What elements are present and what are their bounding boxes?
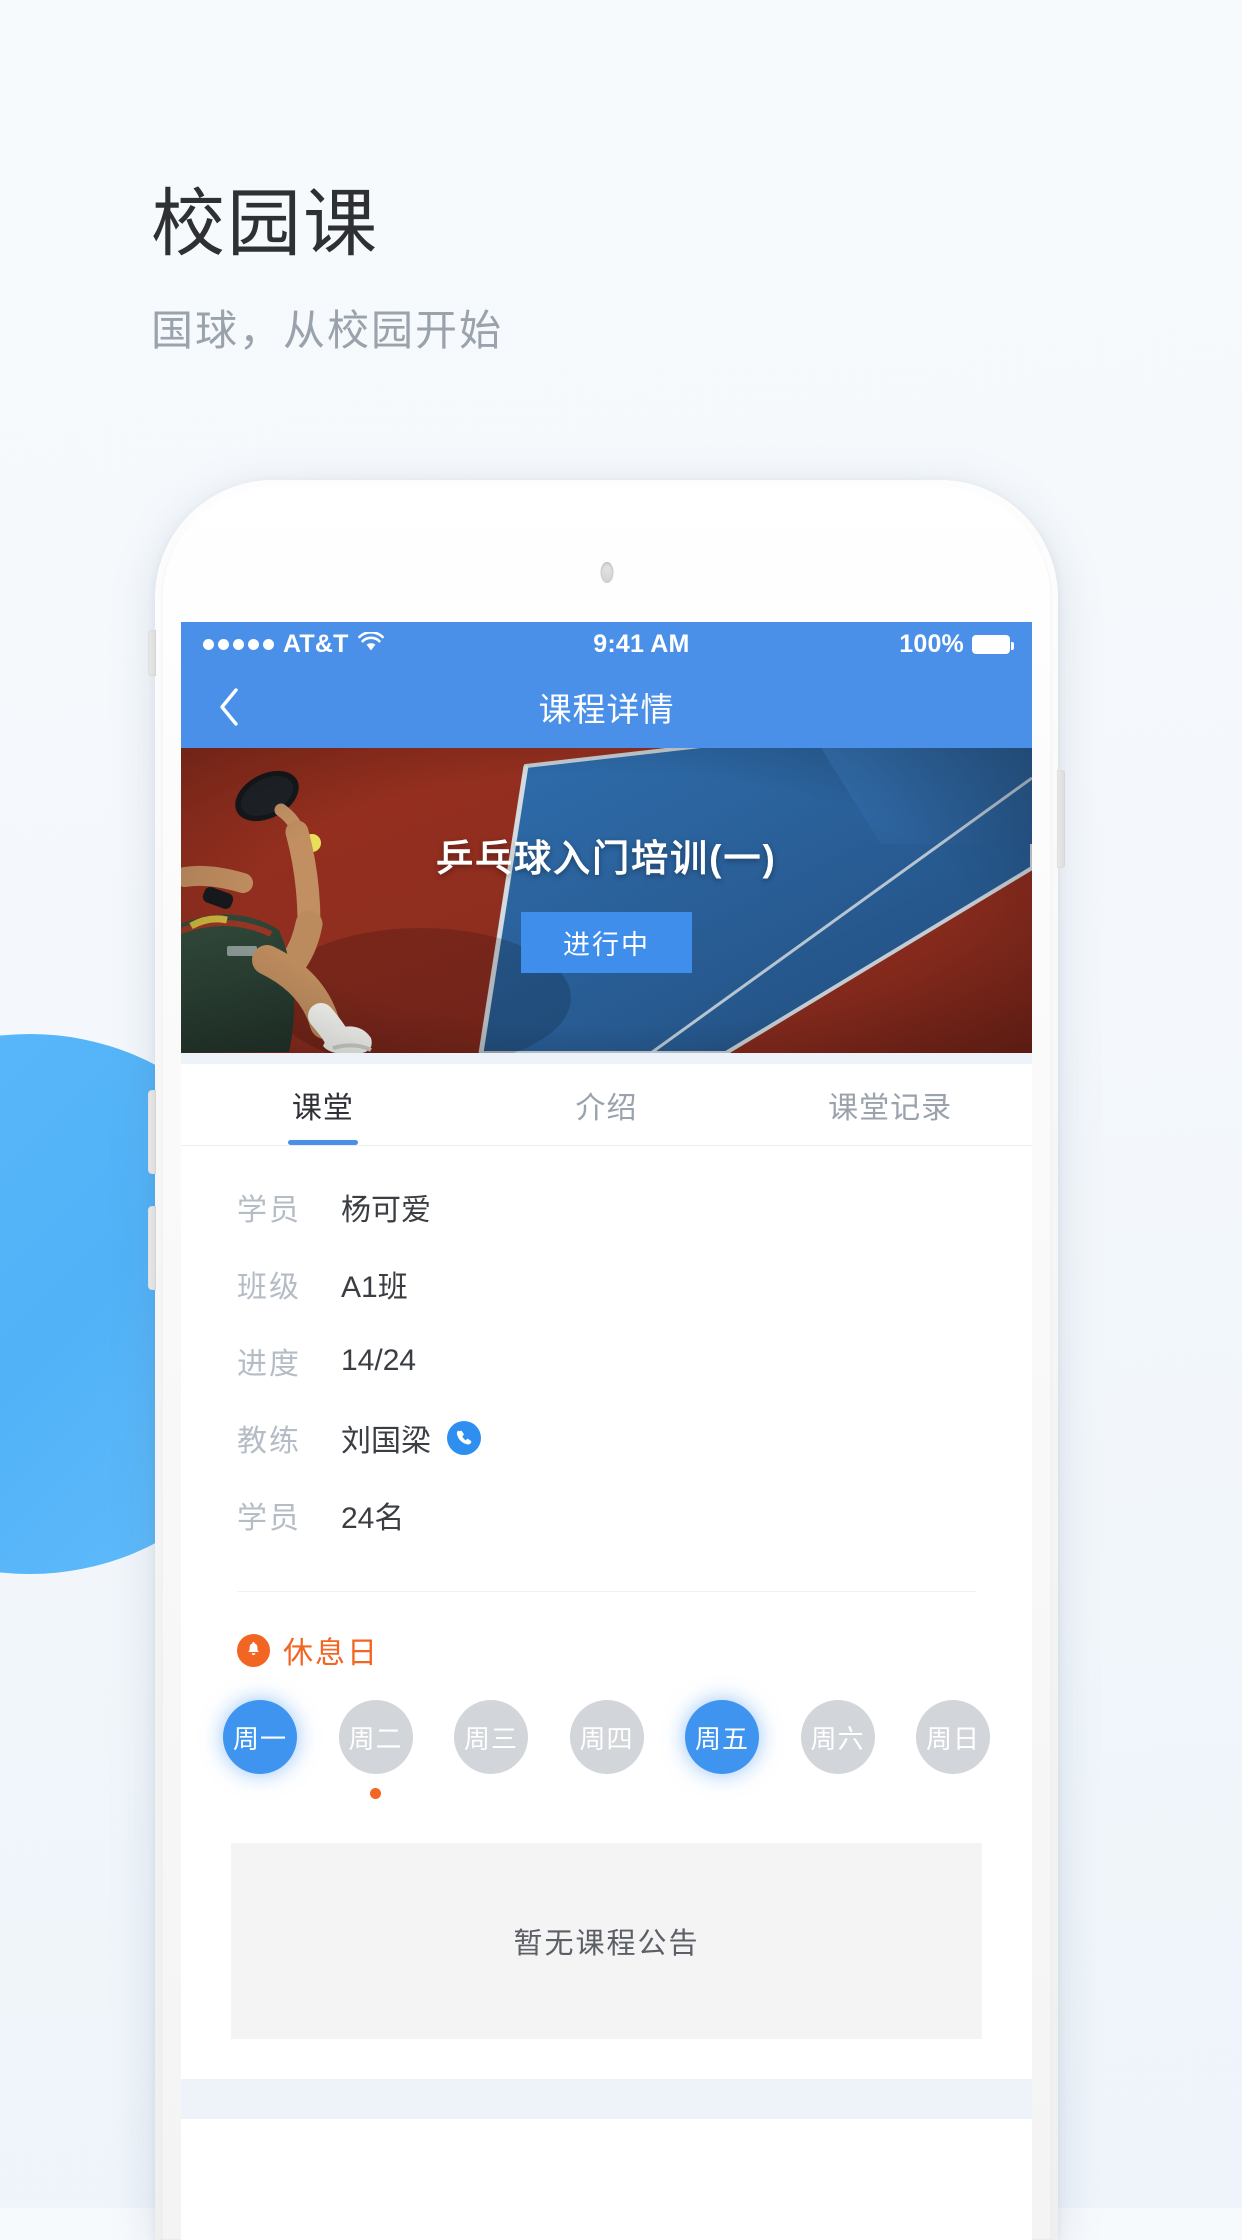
- weekday-item-thu[interactable]: 周四: [569, 1700, 644, 1799]
- phone-call-icon[interactable]: [447, 1420, 481, 1455]
- wifi-icon: [357, 630, 384, 656]
- mute-switch[interactable]: [148, 630, 156, 676]
- nav-title: 课程详情: [538, 691, 675, 728]
- battery-percent-label: 100%: [899, 629, 964, 658]
- info-value-text: 14/24: [341, 1343, 417, 1377]
- weekday-item-sat[interactable]: 周六: [800, 1700, 875, 1799]
- weekday-selector: 周一 周二 周三 周四 周五 周六 周日: [181, 1672, 1032, 1799]
- weekday-chip[interactable]: 周日: [916, 1700, 990, 1774]
- info-value-text: 24名: [341, 1501, 405, 1535]
- info-row-coach: 教练 刘国梁: [237, 1399, 976, 1476]
- hero-banner[interactable]: 乒乓球入门培训(一) 进行中: [181, 748, 1032, 1053]
- info-value-text: A1班: [341, 1270, 408, 1304]
- phone-mockup: AT&T 9:41 AM 100% 课程详情 乒乓球入门培训(一) 进行中 课堂…: [148, 480, 1065, 2240]
- announcement-section: 暂无课程公告: [181, 1799, 1032, 2039]
- status-bar-time: 9:41 AM: [593, 629, 690, 658]
- hero-separator: [181, 1053, 1032, 1064]
- weekday-chip[interactable]: 周四: [569, 1700, 644, 1774]
- carrier-label: AT&T: [283, 629, 349, 658]
- volume-up-button[interactable]: [148, 1090, 156, 1174]
- info-value: 刘国梁: [341, 1416, 481, 1460]
- battery-full-icon: [972, 634, 1014, 654]
- phone-screen: AT&T 9:41 AM 100% 课程详情 乒乓球入门培训(一) 进行中 课堂…: [181, 622, 1032, 2240]
- info-row-progress: 进度 14/24: [237, 1322, 976, 1399]
- bell-icon: [237, 1633, 270, 1667]
- tab-introduction[interactable]: 介绍: [465, 1064, 749, 1145]
- weekday-chip[interactable]: 周六: [800, 1700, 875, 1774]
- info-row-class: 班级 A1班: [237, 1245, 976, 1322]
- weekday-chip[interactable]: 周二: [338, 1700, 413, 1774]
- back-button[interactable]: [207, 685, 251, 729]
- status-bar-left: AT&T: [203, 630, 384, 659]
- chevron-left-icon: [217, 687, 241, 727]
- status-bar: AT&T 9:41 AM 100%: [181, 622, 1032, 666]
- front-camera-icon: [600, 562, 613, 583]
- info-value: 14/24: [341, 1344, 416, 1378]
- weekday-chip[interactable]: 周五: [685, 1700, 759, 1774]
- course-status-badge[interactable]: 进行中: [521, 912, 692, 973]
- tab-bar: 课堂 介绍 课堂记录: [181, 1064, 1032, 1146]
- info-value: 24名: [341, 1493, 404, 1537]
- info-label: 教练: [237, 1424, 301, 1458]
- rest-day-label: 休息日: [283, 1637, 379, 1670]
- weekday-item-sun[interactable]: 周日: [916, 1700, 990, 1799]
- weekday-dot: [370, 1788, 381, 1799]
- weekday-item-fri[interactable]: 周五: [685, 1700, 759, 1799]
- info-label: 班级: [237, 1270, 301, 1304]
- weekday-chip[interactable]: 周三: [454, 1700, 528, 1774]
- info-label: 进度: [237, 1347, 301, 1381]
- info-value-text: 杨可爱: [341, 1193, 431, 1227]
- power-button[interactable]: [1057, 770, 1065, 868]
- hero-overlay: 乒乓球入门培训(一) 进行中: [181, 748, 1032, 1053]
- tab-class-records[interactable]: 课堂记录: [748, 1064, 1032, 1145]
- promo-header: 校园课 国球，从校园开始: [151, 180, 503, 358]
- info-value: A1班: [341, 1262, 408, 1306]
- rest-day-header: 休息日: [181, 1592, 1032, 1672]
- info-value-text: 刘国梁: [341, 1424, 431, 1458]
- nav-bar: 课程详情: [181, 666, 1032, 748]
- info-label: 学员: [237, 1501, 301, 1535]
- bottom-section-strip: [181, 2079, 1032, 2119]
- info-row-student-count: 学员 24名: [237, 1476, 976, 1553]
- info-row-student-name: 学员 杨可爱: [237, 1168, 976, 1245]
- tab-classroom[interactable]: 课堂: [181, 1064, 465, 1145]
- page-subtitle: 国球，从校园开始: [151, 307, 504, 355]
- announcement-empty-state: 暂无课程公告: [231, 1843, 982, 2039]
- weekday-item-tue[interactable]: 周二: [338, 1700, 413, 1799]
- hero-title: 乒乓球入门培训(一): [436, 838, 777, 879]
- page-title: 校园课: [151, 182, 379, 265]
- info-value: 杨可爱: [341, 1185, 431, 1229]
- weekday-item-wed[interactable]: 周三: [454, 1700, 528, 1799]
- info-label: 学员: [237, 1193, 301, 1227]
- volume-down-button[interactable]: [148, 1206, 156, 1290]
- signal-strength-icon: [203, 638, 274, 650]
- weekday-item-mon[interactable]: 周一: [223, 1700, 297, 1799]
- course-info-list: 学员 杨可爱 班级 A1班 进度 14/24 教练 刘国梁 学员 24名: [181, 1146, 1032, 1573]
- status-bar-right: 100%: [899, 629, 1014, 659]
- weekday-chip[interactable]: 周一: [223, 1700, 297, 1774]
